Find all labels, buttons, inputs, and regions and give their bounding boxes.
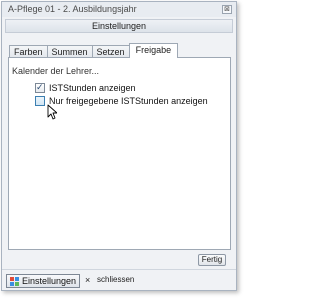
schliessen-link[interactable]: schliessen <box>97 275 134 284</box>
fertig-button[interactable]: Fertig <box>198 254 226 266</box>
iststunden-label: ISTStunden anzeigen <box>49 83 136 93</box>
section-label: Kalender der Lehrer... <box>12 66 100 76</box>
einstellungen-taskbar-button[interactable]: Einstellungen <box>6 274 81 288</box>
checkmark-icon: ✓ <box>36 82 44 92</box>
app-icon <box>10 276 19 286</box>
settings-header: Einstellungen <box>5 19 233 33</box>
iststunden-checkbox-row[interactable]: ✓ ISTStunden anzeigen <box>35 82 136 93</box>
nur-freigegebene-checkbox[interactable] <box>35 96 45 106</box>
iststunden-checkbox[interactable]: ✓ <box>35 82 45 93</box>
nur-freigegebene-checkbox-row[interactable]: Nur freigegebene ISTStunden anzeigen <box>35 96 208 106</box>
close-icon[interactable]: × <box>85 275 90 285</box>
settings-title: Einstellungen <box>91 21 147 31</box>
freigabe-panel: Kalender der Lehrer... ✓ ISTStunden anze… <box>8 57 231 250</box>
window-close-icon[interactable]: ⊠ <box>222 5 232 14</box>
nur-freigegebene-label: Nur freigegebene ISTStunden anzeigen <box>49 96 208 106</box>
title-bar[interactable]: A-Pflege 01 - 2. Ausbildungsjahr ⊠ <box>2 2 236 17</box>
mouse-pointer-icon <box>47 104 57 120</box>
tab-freigabe[interactable]: Freigabe <box>128 43 179 58</box>
bottom-taskbar: Einstellungen × schliessen <box>2 269 236 290</box>
einstellungen-label: Einstellungen <box>22 276 77 286</box>
settings-window: A-Pflege 01 - 2. Ausbildungsjahr ⊠ Einst… <box>1 1 237 291</box>
window-title: A-Pflege 01 - 2. Ausbildungsjahr <box>8 4 137 14</box>
tab-strip: Farben Summen Setzen Freigabe <box>9 43 179 58</box>
